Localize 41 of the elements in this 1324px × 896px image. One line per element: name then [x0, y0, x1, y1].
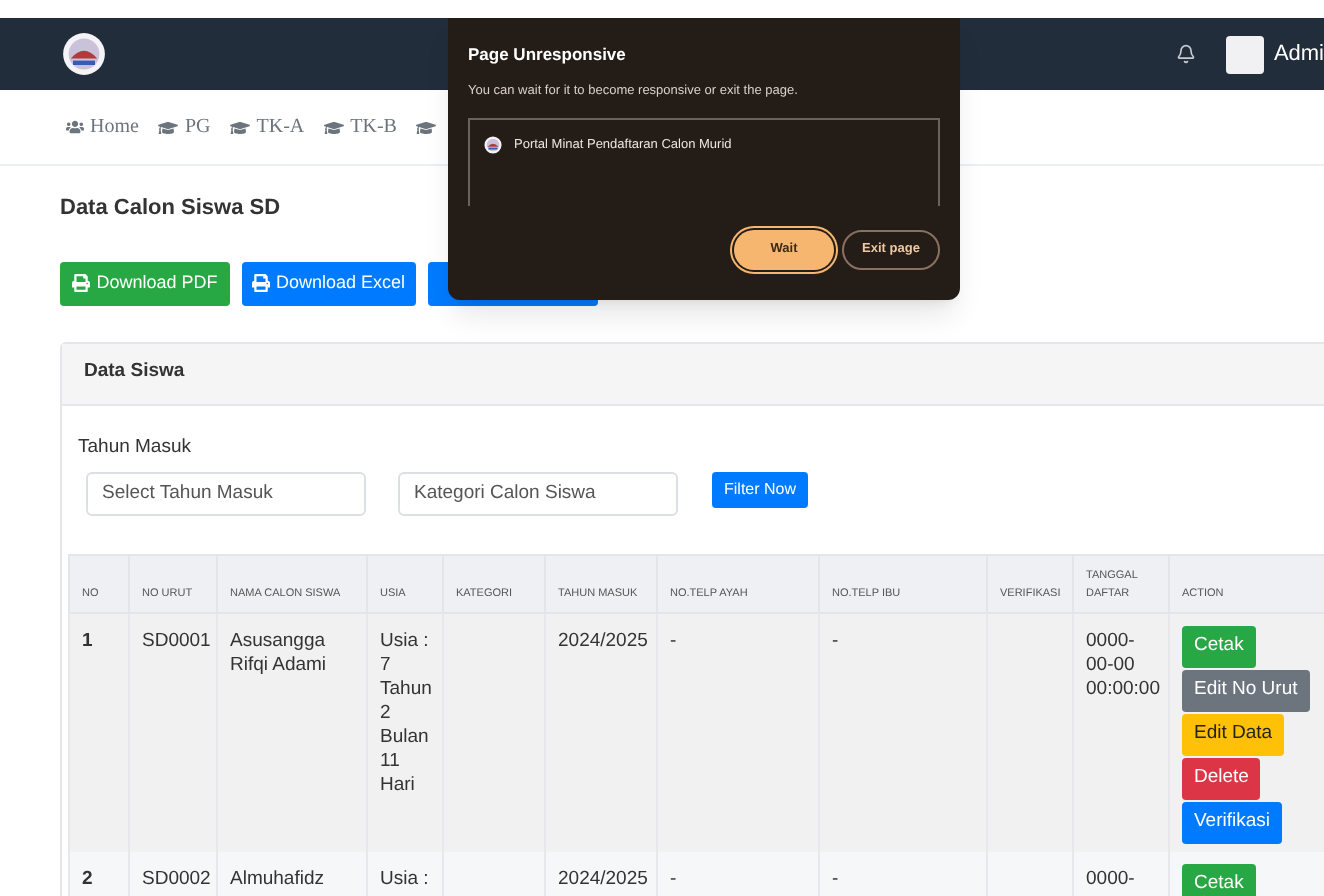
printer-icon — [72, 274, 91, 292]
breadcrumb-link[interactable]: Home — [66, 112, 139, 142]
card-title: Data Siswa — [84, 358, 185, 387]
printer-icon — [252, 274, 270, 292]
table-cell: SD0002 — [129, 851, 217, 896]
filter-button[interactable]: Filter Now — [712, 472, 809, 509]
download-button[interactable]: Download Excel — [242, 261, 416, 305]
logo-icon — [62, 32, 106, 76]
site-icon — [484, 135, 502, 153]
graduation-cap-icon — [324, 117, 345, 137]
graduation-cap-icon — [230, 117, 251, 137]
table-cell: 0000- — [1073, 851, 1169, 896]
table-cell: 1 — [69, 612, 129, 852]
table-cell: Almuhafidz — [217, 851, 367, 896]
user-name[interactable]: Admi — [1273, 37, 1324, 71]
avatar-icon[interactable] — [1225, 35, 1264, 73]
action-button[interactable]: Verifikasi — [1182, 801, 1283, 844]
graduation-cap-icon — [416, 117, 437, 137]
dialog-title: Page Unresponsive — [468, 42, 628, 68]
action-button[interactable]: Delete — [1182, 757, 1261, 800]
breadcrumb-link[interactable]: TK-B — [324, 112, 397, 142]
table-cell: Usia : — [367, 851, 443, 896]
table-cell: 2 — [69, 851, 129, 896]
breadcrumb-link[interactable]: PG — [158, 112, 211, 142]
breadcrumb-link[interactable]: TK-A — [230, 112, 305, 142]
page-title: Data Calon Siswa SD — [60, 194, 283, 224]
table-cell: 2024/2025 — [545, 851, 657, 896]
filter-field[interactable]: Select Tahun Masuk — [86, 471, 366, 516]
action-button[interactable]: Edit Data — [1182, 713, 1285, 756]
graduation-cap-icon — [158, 117, 179, 137]
action-button[interactable]: Cetak — [1182, 625, 1256, 668]
bell-icon[interactable] — [1175, 44, 1196, 64]
table-cell: - — [657, 851, 819, 896]
filter-field[interactable]: Kategori Calon Siswa — [398, 471, 678, 516]
action-button[interactable]: Cetak — [1182, 863, 1256, 896]
action-button[interactable]: Edit No Urut — [1182, 669, 1310, 712]
group-icon — [66, 118, 84, 136]
breadcrumb-link[interactable] — [416, 117, 437, 137]
filter-label: Tahun Masuk — [76, 433, 194, 461]
table-cell: - — [819, 851, 987, 896]
download-button[interactable]: Download PDF — [60, 261, 230, 305]
